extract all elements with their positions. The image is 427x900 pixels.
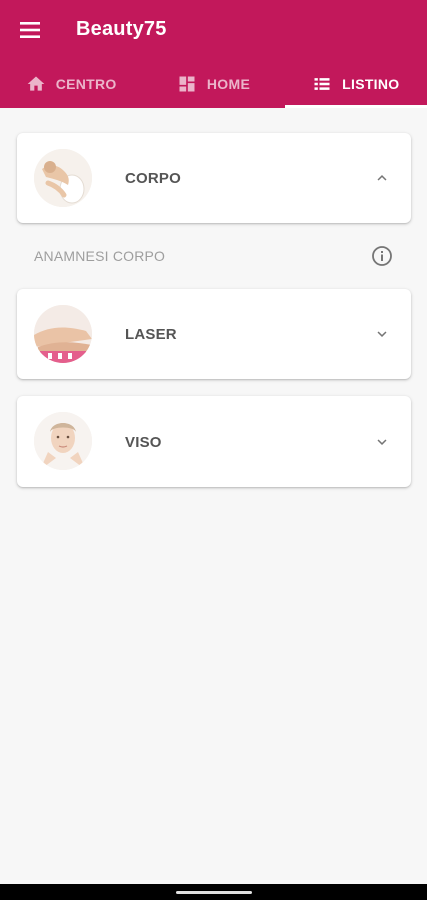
tab-home-label: HOME (206, 76, 251, 92)
list-icon (312, 74, 332, 94)
category-label-corpo: CORPO (125, 170, 182, 187)
app-title: Beauty75 (76, 18, 167, 40)
tab-centro-label: CENTRO (55, 76, 117, 92)
tab-bar: CENTRO HOME LISTINO (0, 60, 427, 108)
category-label-viso: VISO (125, 434, 162, 451)
category-card-corpo[interactable]: CORPO (17, 133, 411, 223)
category-card-laser[interactable]: LASER (17, 289, 411, 379)
home-icon (26, 74, 46, 94)
home-gesture-handle[interactable] (176, 891, 252, 894)
menu-button[interactable] (14, 14, 46, 46)
laser-thumbnail (34, 305, 92, 363)
corpo-thumbnail (34, 149, 92, 207)
tab-home[interactable]: HOME (142, 60, 284, 108)
tab-listino[interactable]: LISTINO (284, 60, 427, 108)
info-icon[interactable] (370, 244, 394, 268)
system-nav-bar (0, 884, 427, 900)
category-label-laser: LASER (125, 326, 177, 343)
viso-thumbnail (34, 412, 92, 470)
dashboard-icon (177, 74, 197, 94)
chevron-down-icon (377, 331, 387, 337)
hamburger-menu-icon (20, 22, 40, 38)
anamnesi-corpo-label: ANAMNESI CORPO (34, 248, 166, 264)
category-card-viso[interactable]: VISO (17, 396, 411, 487)
chevron-up-icon (377, 175, 387, 181)
content-area: CORPO ANAMNESI CORPO LASER VISO (0, 108, 427, 884)
tab-listino-label: LISTINO (342, 76, 400, 92)
app-bar: Beauty75 CENTRO HOME LISTINO (0, 0, 427, 108)
tab-centro[interactable]: CENTRO (0, 60, 142, 108)
chevron-down-icon (377, 439, 387, 445)
